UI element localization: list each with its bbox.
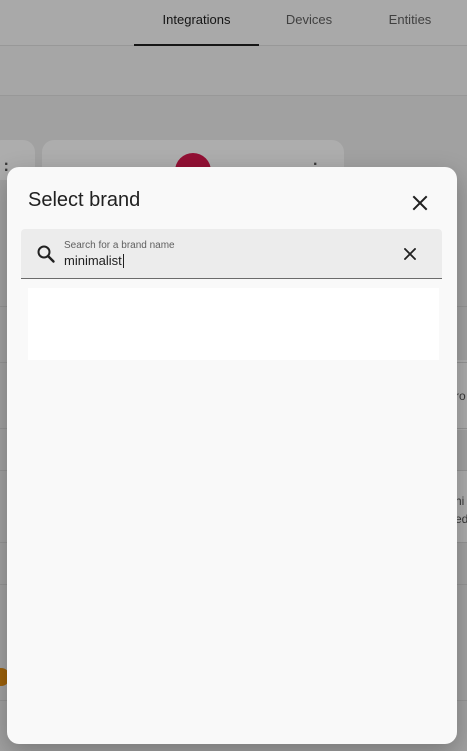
search-field-label: Search for a brand name bbox=[64, 240, 175, 251]
brand-results-list bbox=[28, 288, 439, 360]
clear-search-button[interactable] bbox=[399, 243, 421, 265]
close-button[interactable] bbox=[405, 188, 435, 218]
text-cursor bbox=[122, 253, 124, 268]
close-icon bbox=[412, 195, 428, 211]
select-brand-dialog: Select brand Search for a brand name min… bbox=[7, 167, 457, 744]
dialog-title: Select brand bbox=[28, 189, 141, 211]
search-input[interactable]: minimalist bbox=[64, 253, 124, 268]
clear-icon bbox=[404, 248, 416, 260]
search-input-value: minimalist bbox=[64, 253, 122, 268]
brand-search-field[interactable]: Search for a brand name minimalist bbox=[21, 229, 442, 279]
search-icon bbox=[37, 245, 55, 263]
